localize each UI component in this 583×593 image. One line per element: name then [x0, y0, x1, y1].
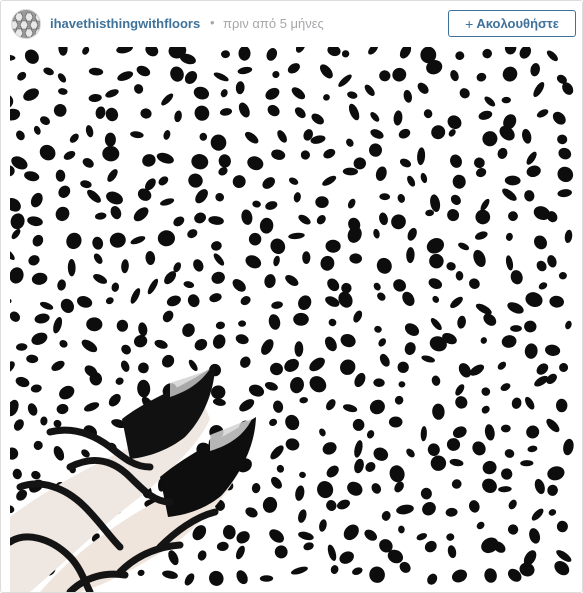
- avatar[interactable]: [11, 9, 41, 39]
- post-photo[interactable]: [10, 47, 577, 592]
- instagram-embed-card: ihavethisthingwithfloors • πριν από 5 μή…: [0, 0, 583, 593]
- floor-spot: [510, 325, 522, 332]
- floor-spot: [248, 232, 262, 246]
- post-header: ihavethisthingwithfloors • πριν από 5 μή…: [1, 1, 582, 47]
- floor-spot: [388, 416, 403, 428]
- plus-icon: +: [465, 15, 474, 32]
- floor-spot: [302, 251, 311, 264]
- photo-image: [10, 47, 577, 592]
- floor-spot: [293, 312, 309, 326]
- separator-dot: •: [210, 15, 215, 30]
- floor-spot: [116, 319, 129, 332]
- post-timestamp[interactable]: πριν από 5 μήνες: [223, 16, 324, 31]
- floor-spot: [104, 132, 116, 147]
- follow-button-label: Ακολουθήστε: [476, 16, 559, 31]
- follow-button[interactable]: + Ακολουθήστε: [448, 10, 576, 37]
- username-link[interactable]: ihavethisthingwithfloors: [50, 16, 200, 31]
- avatar-hexagon-tile-icon: [12, 10, 40, 38]
